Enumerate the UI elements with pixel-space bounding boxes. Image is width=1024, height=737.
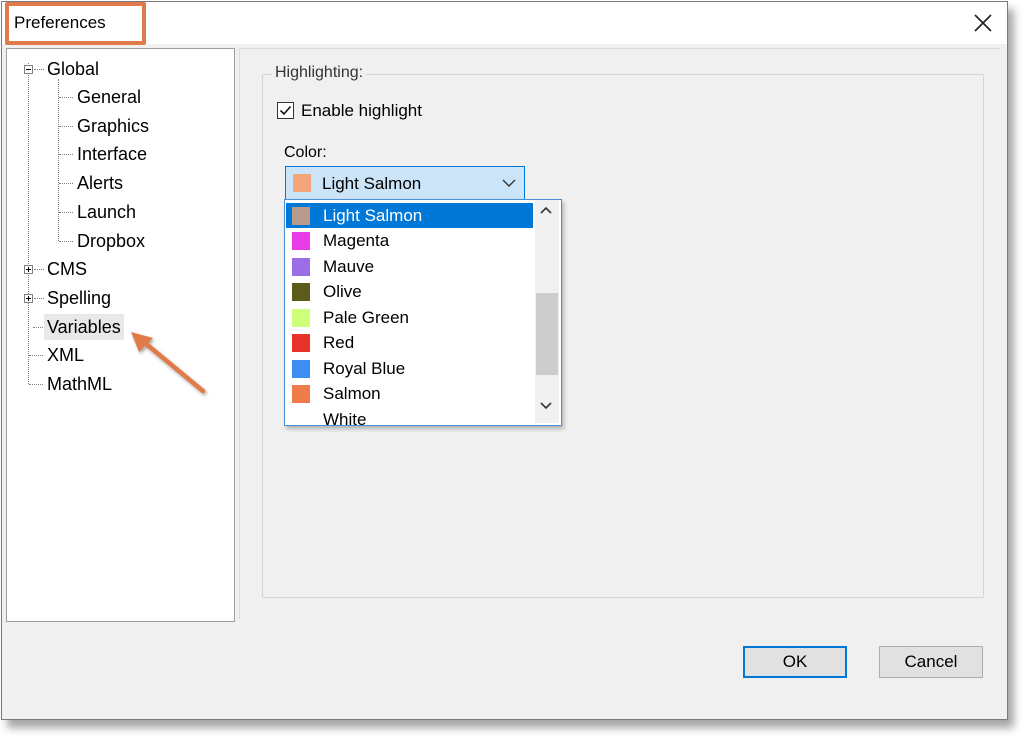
tree-connector [29,384,43,385]
color-option-label: Red [323,333,355,352]
chevron-down-icon[interactable] [539,401,553,410]
tree-item-alerts[interactable]: Alerts [77,170,123,196]
tree-item-spelling[interactable]: Spelling [47,285,111,311]
tree-item-interface[interactable]: Interface [77,141,147,167]
enable-highlight-label[interactable]: Enable highlight [301,101,422,121]
color-option-label: Olive [323,282,362,301]
color-option[interactable]: Salmon [286,381,533,406]
title-highlight-annotation [5,2,146,45]
color-swatch [292,411,310,425]
tree-item-launch[interactable]: Launch [77,199,136,225]
tree-connector [29,355,43,356]
check-icon [279,105,292,116]
chevron-up-icon[interactable] [539,206,553,215]
color-swatch [292,258,310,276]
tree-item-cms[interactable]: CMS [47,256,87,282]
dropdown-scrollbar[interactable] [535,200,559,423]
color-option-label: Royal Blue [323,359,406,378]
color-swatch [293,174,311,192]
tree-item-variables[interactable]: Variables [44,314,124,340]
tree-connector [34,69,44,70]
tree-connector [59,183,73,184]
color-swatch [292,360,310,378]
ok-button[interactable]: OK [743,646,847,678]
tree-connector [58,79,59,241]
color-swatch [292,385,310,403]
color-label: Color: [284,144,327,161]
group-legend: Highlighting: [272,64,367,82]
enable-highlight-checkbox[interactable] [277,102,294,119]
color-swatch [292,283,310,301]
color-option-label: Light Salmon [323,206,423,225]
expand-icon[interactable] [24,265,33,274]
tree-item-dropbox[interactable]: Dropbox [77,228,145,254]
close-icon[interactable] [968,8,998,38]
tree-connector [34,269,44,270]
tree-connector [59,97,73,98]
color-option[interactable]: Olive [286,279,533,304]
tree-item-mathml[interactable]: MathML [47,371,112,397]
chevron-down-icon[interactable] [502,179,516,188]
color-option-label: Salmon [323,384,381,403]
color-option[interactable]: Light Salmon [286,203,533,228]
tree-connector [59,154,73,155]
cancel-button[interactable]: Cancel [879,646,983,678]
color-option-label: White [323,410,367,426]
color-option[interactable]: White [286,407,533,426]
color-option[interactable]: Royal Blue [286,356,533,381]
color-option-label: Pale Green [323,308,409,327]
tree-connector [59,126,73,127]
title-bar: Preferences [2,2,1007,45]
color-option[interactable]: Mauve [286,254,533,279]
color-option[interactable]: Magenta [286,228,533,253]
color-swatch [292,207,310,225]
tree-item-xml[interactable]: XML [47,342,84,368]
tree-connector [59,241,73,242]
color-swatch [292,334,310,352]
scrollbar-thumb[interactable] [536,293,558,375]
tree-connector [34,298,44,299]
tree-item-graphics[interactable]: Graphics [77,113,149,139]
tree-item-general[interactable]: General [77,84,141,110]
tree-connector [59,212,73,213]
collapse-icon[interactable] [24,65,33,74]
color-dropdown-list: Light Salmon Magenta Mauve Olive Pale Gr… [284,199,562,426]
selected-color-text: Light Salmon [322,174,422,193]
expand-icon[interactable] [24,294,33,303]
color-option[interactable]: Pale Green [286,305,533,330]
tree-item-global[interactable]: Global [47,56,99,82]
annotation-arrow-icon [131,332,206,394]
color-select[interactable]: Light Salmon [285,166,525,200]
color-option-label: Magenta [323,231,390,250]
color-swatch [292,309,310,327]
tree-connector [28,63,29,384]
color-option-label: Mauve [323,257,375,276]
tree-connector [33,327,43,328]
color-option[interactable]: Red [286,330,533,355]
color-swatch [292,232,310,250]
